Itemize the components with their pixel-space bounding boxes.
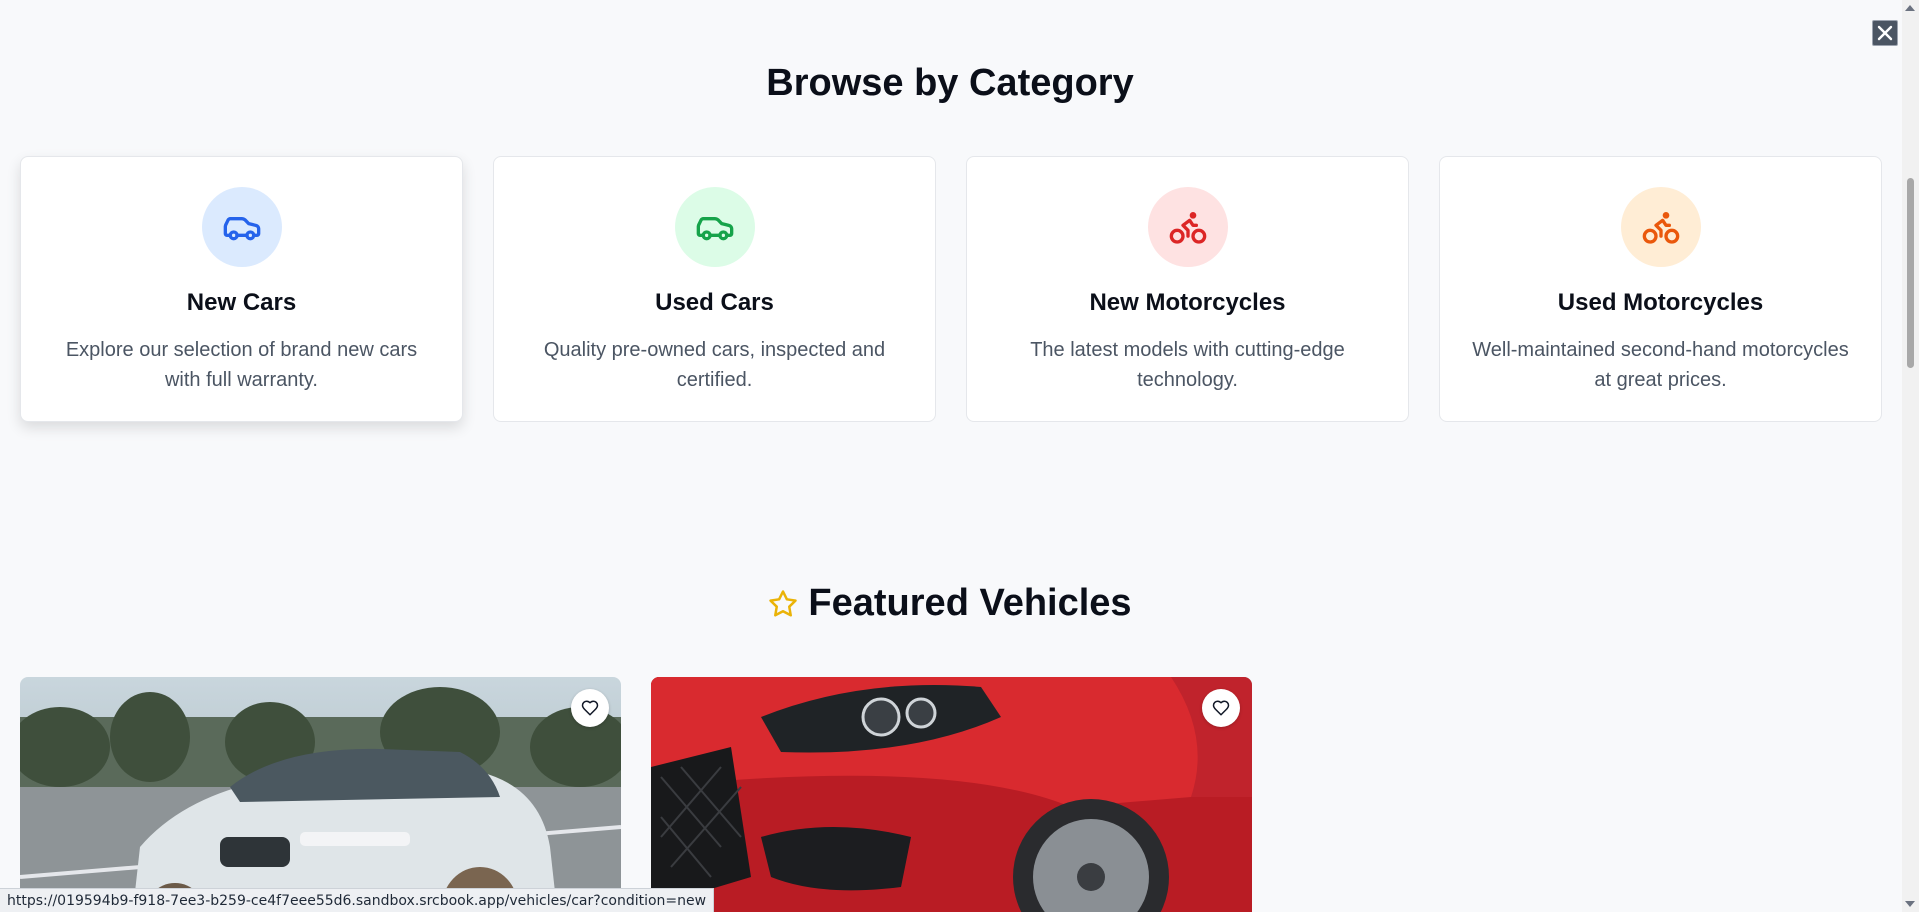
featured-title-text: Featured Vehicles bbox=[808, 582, 1132, 624]
car-icon bbox=[696, 217, 733, 241]
favorite-button[interactable] bbox=[1202, 689, 1240, 727]
close-icon bbox=[1877, 25, 1893, 41]
category-description: Well-maintained second-hand motorcycles … bbox=[1472, 339, 1849, 391]
category-icon-wrap bbox=[674, 187, 755, 267]
category-grid: New Cars Explore our selection of brand … bbox=[20, 156, 1882, 422]
page: Browse by Category New Cars Explore our … bbox=[0, 0, 1919, 912]
featured-section-title: Featured Vehicles bbox=[0, 582, 1900, 625]
scroll-up-arrow-icon[interactable] bbox=[1905, 5, 1915, 11]
heart-icon bbox=[1212, 700, 1230, 716]
heart-icon bbox=[581, 700, 599, 716]
scroll-thumb[interactable] bbox=[1907, 178, 1914, 368]
car-icon bbox=[223, 217, 260, 241]
vehicle-card[interactable] bbox=[651, 677, 1252, 912]
category-title: Used Motorcycles bbox=[1557, 289, 1764, 316]
vertical-scrollbar[interactable] bbox=[1902, 0, 1919, 912]
category-card-new-motorcycles[interactable]: New Motorcycles The latest models with c… bbox=[966, 156, 1409, 422]
scroll-down-arrow-icon[interactable] bbox=[1905, 901, 1915, 907]
category-card-used-motorcycles[interactable]: Used Motorcycles Well-maintained second-… bbox=[1439, 156, 1882, 422]
vehicle-card[interactable] bbox=[20, 677, 621, 912]
category-card-used-cars[interactable]: Used Cars Quality pre-owned cars, inspec… bbox=[493, 156, 936, 422]
category-description: Explore our selection of brand new cars … bbox=[65, 339, 418, 391]
category-icon-wrap bbox=[1620, 187, 1701, 267]
motorcycle-icon bbox=[1169, 212, 1206, 244]
category-title: New Motorcycles bbox=[1089, 289, 1286, 316]
vehicle-image bbox=[651, 677, 1252, 912]
status-bar-url: https://019594b9-f918-7ee3-b259-ce4f7eee… bbox=[0, 888, 715, 912]
category-description: Quality pre-owned cars, inspected and ce… bbox=[543, 339, 886, 391]
category-description: The latest models with cutting-edge tech… bbox=[1030, 339, 1345, 391]
vehicle-image bbox=[20, 677, 621, 912]
motorcycle-icon bbox=[1642, 212, 1679, 244]
browse-section-title: Browse by Category bbox=[766, 62, 1134, 104]
category-title: Used Cars bbox=[655, 289, 774, 316]
favorite-button[interactable] bbox=[571, 689, 609, 727]
star-icon bbox=[769, 589, 798, 617]
category-icon-wrap bbox=[201, 187, 282, 267]
close-button[interactable] bbox=[1872, 20, 1898, 46]
category-card-new-cars[interactable]: New Cars Explore our selection of brand … bbox=[20, 156, 463, 422]
category-icon-wrap bbox=[1147, 187, 1228, 267]
featured-vehicle-grid bbox=[20, 677, 1252, 912]
category-title: New Cars bbox=[186, 289, 297, 316]
